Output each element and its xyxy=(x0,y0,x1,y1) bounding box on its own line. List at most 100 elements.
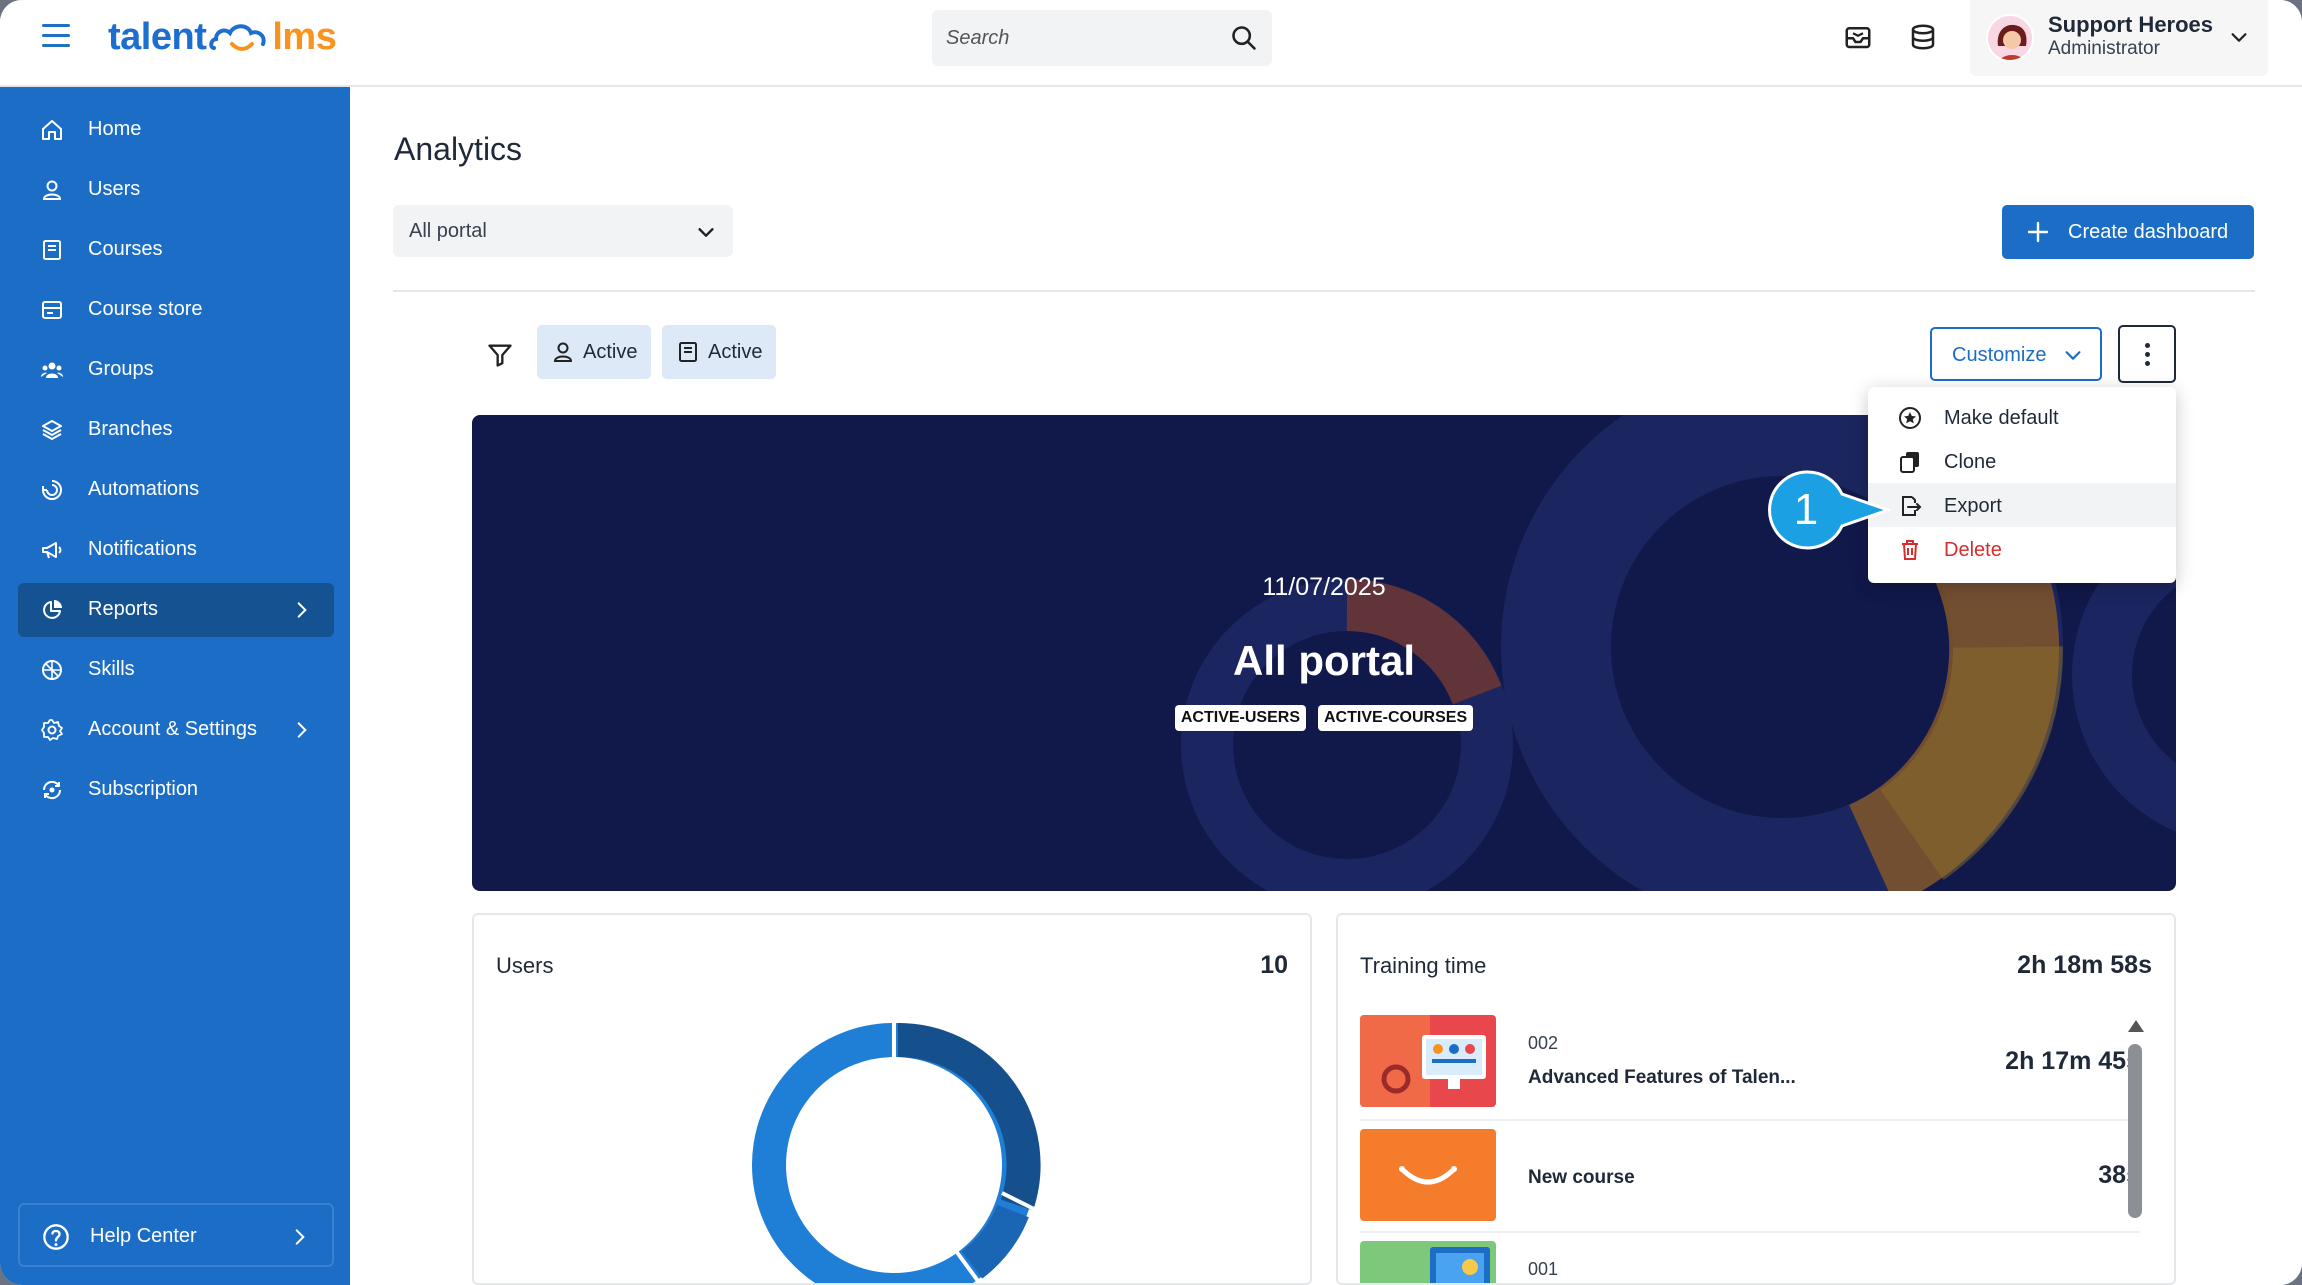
divider xyxy=(1360,1119,2140,1121)
tag-active-courses: ACTIVE-COURSES xyxy=(1318,705,1474,731)
skills-icon xyxy=(42,660,62,680)
create-dashboard-label: Create dashboard xyxy=(2068,221,2229,243)
list-item[interactable]: New course 38s xyxy=(1360,1129,2140,1221)
messages-icon[interactable] xyxy=(1843,22,1873,52)
scroll-up-arrow-icon[interactable] xyxy=(2128,1020,2144,1032)
search-icon[interactable] xyxy=(1230,24,1258,52)
chevron-down-icon xyxy=(2065,351,2081,360)
groups-icon xyxy=(41,362,63,378)
options-dropdown-menu: Make default Clone Export Delete xyxy=(1868,387,2176,583)
users-donut-chart xyxy=(752,1022,1041,1283)
menu-item-label: Delete xyxy=(1944,539,2002,561)
chip-label: Active xyxy=(708,341,763,363)
step-number: 1 xyxy=(1793,485,1819,534)
active-courses-filter-chip[interactable]: Active xyxy=(662,325,776,379)
copy-icon xyxy=(1900,452,1919,473)
sidebar-item-skills[interactable]: Skills xyxy=(18,643,334,697)
logo-text-left: talent xyxy=(108,15,207,58)
users-card: Users 10 xyxy=(472,913,1312,1285)
menu-item-delete[interactable]: Delete xyxy=(1868,527,2176,571)
help-center-label: Help Center xyxy=(90,1225,197,1247)
sidebar-item-notifications[interactable]: Notifications xyxy=(18,523,334,577)
portal-select-value: All portal xyxy=(409,220,487,242)
course-code: 002 xyxy=(1528,1033,1559,1053)
kebab-dot xyxy=(2145,361,2150,366)
credits-icon[interactable] xyxy=(1908,22,1938,52)
portal-select[interactable]: All portal xyxy=(393,205,733,257)
sidebar-item-users[interactable]: Users xyxy=(18,163,334,217)
help-icon xyxy=(43,1224,69,1250)
sidebar-item-reports[interactable]: Reports xyxy=(18,583,334,637)
user-icon xyxy=(553,342,573,362)
kebab-dot xyxy=(2145,343,2150,348)
sidebar-item-home[interactable]: Home xyxy=(18,103,334,157)
sidebar-item-subscription[interactable]: Subscription xyxy=(18,763,334,817)
menu-item-make-default[interactable]: Make default xyxy=(1868,395,2176,439)
sidebar-item-groups[interactable]: Groups xyxy=(18,343,334,397)
sidebar-item-branches[interactable]: Branches xyxy=(18,403,334,457)
hero-title: All portal xyxy=(1232,637,1415,684)
menu-toggle-icon[interactable] xyxy=(42,24,70,50)
menu-item-export[interactable]: Export xyxy=(1868,483,2176,527)
sidebar-item-label: Automations xyxy=(88,478,200,500)
main-content: Analytics All portal Create dashboard Ac… xyxy=(350,87,2302,1285)
course-thumbnail-intro xyxy=(1360,1241,1496,1283)
chevron-down-icon xyxy=(2231,33,2247,42)
gear-icon xyxy=(41,719,63,741)
chevron-down-icon xyxy=(698,228,714,237)
kebab-dot xyxy=(2145,352,2150,357)
menu-item-label: Export xyxy=(1944,495,2002,517)
sidebar-item-course-store[interactable]: Course store xyxy=(18,283,334,337)
create-dashboard-button[interactable]: Create dashboard xyxy=(2002,205,2254,259)
talentlms-logo[interactable]: talent lms xyxy=(108,12,337,62)
automations-icon xyxy=(42,480,62,500)
trash-icon xyxy=(1902,540,1918,560)
filter-icon[interactable] xyxy=(486,341,514,369)
sidebar-item-courses[interactable]: Courses xyxy=(18,223,334,277)
course-name: New course xyxy=(1528,1167,1635,1188)
divider xyxy=(1360,1231,2140,1233)
book-icon xyxy=(679,342,697,362)
app-window: talent lms Support Heroes Administrator … xyxy=(0,0,2302,1285)
active-users-filter-chip[interactable]: Active xyxy=(537,325,651,379)
menu-item-label: Make default xyxy=(1944,407,2059,429)
home-icon xyxy=(42,120,62,140)
help-center-button[interactable]: Help Center xyxy=(18,1203,334,1267)
search-input[interactable] xyxy=(946,10,1216,66)
list-item[interactable]: 002 Advanced Features of Talen... 2h 17m… xyxy=(1360,1015,2140,1107)
page-title: Analytics xyxy=(394,131,523,167)
chip-label: Active xyxy=(583,341,638,363)
sidebar-item-label: Account & Settings xyxy=(88,718,257,740)
scrollbar[interactable] xyxy=(2124,1020,2144,1283)
training-time-card: Training time 2h 18m 58s 002 Advanced Fe… xyxy=(1336,913,2176,1285)
course-time: 2h 17m 45s xyxy=(2005,1047,2140,1075)
list-item[interactable]: 001 xyxy=(1360,1241,2140,1283)
pie-chart-icon xyxy=(43,600,62,619)
sidebar-item-label: Reports xyxy=(88,598,159,620)
star-icon xyxy=(1899,407,1921,429)
chevron-right-icon xyxy=(297,722,307,738)
store-icon xyxy=(42,301,62,319)
menu-item-label: Clone xyxy=(1944,451,1997,473)
sidebar-item-automations[interactable]: Automations xyxy=(18,463,334,517)
scrollbar-thumb[interactable] xyxy=(2128,1044,2142,1218)
sidebar-item-label: Groups xyxy=(88,358,154,380)
top-header: talent lms Support Heroes Administrator xyxy=(0,0,2302,87)
more-options-button[interactable] xyxy=(2118,325,2176,383)
sidebar-item-label: Branches xyxy=(88,418,173,440)
customize-label: Customize xyxy=(1952,344,2047,366)
sidebar-item-account-settings[interactable]: Account & Settings xyxy=(18,703,334,757)
tag-active-users: ACTIVE-USERS xyxy=(1174,705,1306,731)
chevron-right-icon xyxy=(295,1229,305,1245)
sidebar: Home Users Courses Course store Groups B… xyxy=(0,87,350,1285)
plus-icon xyxy=(2027,221,2049,243)
menu-item-clone[interactable]: Clone xyxy=(1868,439,2176,483)
cloud-logo-icon xyxy=(209,24,266,51)
user-menu[interactable]: Support Heroes Administrator xyxy=(1970,0,2268,76)
user-role: Administrator xyxy=(2048,38,2160,59)
training-card-title: Training time xyxy=(1360,953,1487,978)
course-thumbnail-advanced xyxy=(1360,1015,1496,1107)
sidebar-item-label: Courses xyxy=(88,238,163,260)
customize-button[interactable]: Customize xyxy=(1930,327,2102,381)
donut-segment-tertiary xyxy=(961,1204,1029,1279)
